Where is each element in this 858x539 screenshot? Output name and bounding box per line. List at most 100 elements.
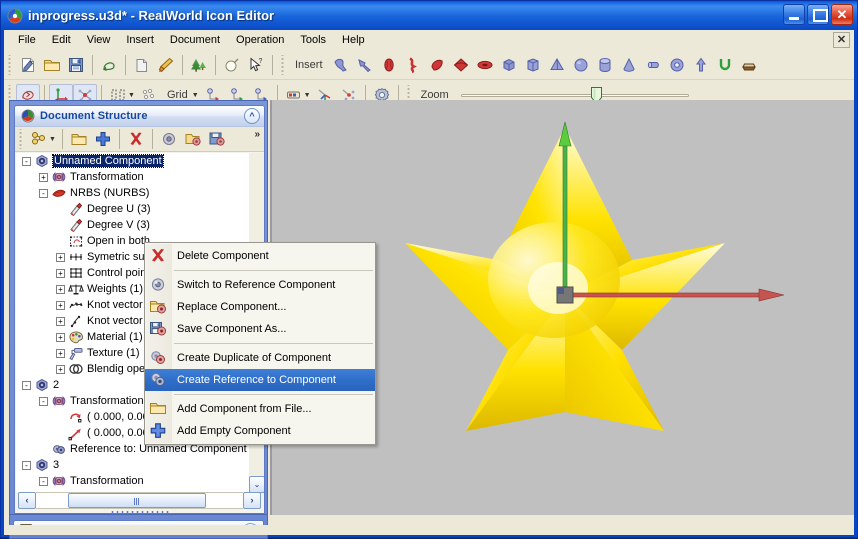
reference-ring-icon	[149, 276, 169, 294]
duplicate-component-icon	[149, 349, 169, 367]
expand-toggle-icon[interactable]: +	[56, 332, 65, 342]
toolbar-overflow-button[interactable]: »	[254, 129, 260, 140]
expand-toggle-icon[interactable]: +	[56, 268, 65, 278]
chevron-up-icon[interactable]: ^	[244, 108, 260, 124]
panel-toolbar-grip[interactable]	[17, 129, 24, 149]
insert-torus-red-icon[interactable]	[473, 53, 497, 76]
context-menu-item-label: Add Empty Component	[177, 425, 291, 437]
menu-tools[interactable]: Tools	[292, 32, 334, 48]
reference-ring-icon[interactable]	[157, 128, 181, 151]
collapse-toggle-icon[interactable]: -	[39, 476, 48, 486]
pick-cursor-icon[interactable]: ?	[244, 53, 268, 76]
insert-extrude-icon[interactable]	[353, 53, 377, 76]
tree-item[interactable]: - NRBS (NURBS)	[16, 185, 264, 201]
menu-operation[interactable]: Operation	[228, 32, 292, 48]
collapse-toggle-icon[interactable]: -	[39, 188, 48, 198]
context-menu-item[interactable]: Create Duplicate of Component	[145, 347, 375, 369]
snap-dropdown-arrow[interactable]: ▼	[128, 92, 135, 99]
add-plus-icon[interactable]	[91, 128, 115, 151]
context-menu-item[interactable]: Add Empty Component	[145, 420, 375, 442]
insert-ribbon-icon[interactable]	[401, 53, 425, 76]
insert-capsule-icon[interactable]	[641, 53, 665, 76]
context-menu-item-label: Create Reference to Component	[177, 374, 336, 386]
insert-cube-icon[interactable]	[497, 53, 521, 76]
tree-item-label: Material (1)	[87, 331, 143, 343]
insert-revolve-icon[interactable]	[329, 53, 353, 76]
expand-toggle-icon[interactable]: +	[56, 252, 65, 262]
tree-horizontal-scrollbar[interactable]: ‹ ›	[18, 492, 261, 509]
toolbar-grip-insert[interactable]	[279, 54, 286, 75]
scroll-down-button[interactable]: ⌄	[249, 476, 264, 493]
expand-toggle-icon[interactable]: +	[56, 316, 65, 326]
scroll-right-button[interactable]: ›	[243, 492, 261, 509]
collapse-toggle-icon[interactable]: -	[22, 156, 31, 166]
minimize-button[interactable]	[783, 4, 805, 25]
maximize-button[interactable]	[807, 4, 829, 25]
menu-insert[interactable]: Insert	[118, 32, 162, 48]
menu-edit[interactable]: Edit	[44, 32, 79, 48]
insert-box-icon[interactable]	[521, 53, 545, 76]
save-disk-icon[interactable]	[64, 53, 88, 76]
tree-item[interactable]: -3	[16, 457, 264, 473]
insert-saddle-icon[interactable]	[449, 53, 473, 76]
tree-item-label: NRBS (NURBS)	[70, 187, 150, 199]
paint-brush-icon[interactable]	[154, 53, 178, 76]
context-menu-item[interactable]: Replace Component...	[145, 296, 375, 318]
context-menu-item[interactable]: Delete Component	[145, 245, 375, 267]
insert-cylinder-icon[interactable]	[593, 53, 617, 76]
expand-toggle-icon[interactable]: +	[56, 364, 65, 374]
context-menu-item[interactable]: Save Component As...	[145, 318, 375, 340]
expand-toggle-icon[interactable]: +	[56, 284, 65, 294]
context-menu-item[interactable]: Switch to Reference Component	[145, 274, 375, 296]
panel-header: Document Structure ^	[15, 106, 264, 127]
tree-item[interactable]: Degree V (3)	[16, 217, 264, 233]
copy-icon[interactable]	[130, 53, 154, 76]
insert-arrow-icon[interactable]	[689, 53, 713, 76]
mdi-close-button[interactable]: ✕	[833, 32, 850, 48]
collapse-toggle-icon[interactable]: -	[22, 380, 31, 390]
context-menu-item[interactable]: Create Reference to Component	[145, 369, 375, 391]
grid-dropdown-arrow[interactable]: ▼	[192, 92, 199, 99]
render-dropdown-arrow[interactable]: ▼	[304, 92, 311, 99]
expand-toggle-icon[interactable]: +	[56, 348, 65, 358]
menu-document[interactable]: Document	[162, 32, 228, 48]
menu-view[interactable]: View	[79, 32, 119, 48]
insert-sphere-icon[interactable]	[569, 53, 593, 76]
component-context-menu[interactable]: Delete Component Switch to Reference Comp…	[144, 242, 376, 445]
context-menu-item[interactable]: Add Component from File...	[145, 398, 375, 420]
delete-x-icon[interactable]	[124, 128, 148, 151]
collapse-toggle-icon[interactable]: -	[39, 396, 48, 406]
tree-item[interactable]: - Transformation	[16, 473, 264, 489]
collapse-toggle-icon[interactable]: -	[22, 460, 31, 470]
insert-torus-icon[interactable]	[665, 53, 689, 76]
insert-text-icon[interactable]	[713, 53, 737, 76]
tree-item[interactable]: + Transformation	[16, 169, 264, 185]
insert-cone-icon[interactable]	[617, 53, 641, 76]
save-component-icon[interactable]	[205, 128, 229, 151]
tree-item[interactable]: - Unnamed Component	[16, 153, 264, 169]
close-button[interactable]: ✕	[831, 4, 853, 25]
scroll-left-button[interactable]: ‹	[18, 492, 36, 509]
open-folder-icon[interactable]	[40, 53, 64, 76]
hscroll-track[interactable]	[36, 492, 243, 509]
new-document-icon[interactable]	[16, 53, 40, 76]
toolbar-grip[interactable]	[6, 54, 13, 75]
trees-icon[interactable]	[187, 53, 211, 76]
structure-mode-icon[interactable]	[27, 128, 51, 151]
tree-item[interactable]: Degree U (3)	[16, 201, 264, 217]
structure-mode-dropdown-arrow[interactable]: ▼	[49, 136, 56, 143]
insert-drop-icon[interactable]	[425, 53, 449, 76]
expand-toggle-icon[interactable]: +	[56, 300, 65, 310]
insert-pyramid-icon[interactable]	[545, 53, 569, 76]
undo-icon[interactable]	[97, 53, 121, 76]
expand-toggle-icon[interactable]: +	[39, 172, 48, 182]
replace-folder-icon[interactable]	[181, 128, 205, 151]
insert-base-icon[interactable]	[737, 53, 761, 76]
open-folder-icon[interactable]	[67, 128, 91, 151]
menu-help[interactable]: Help	[334, 32, 373, 48]
panel-resize-grip[interactable]	[109, 510, 170, 513]
insert-blob-icon[interactable]	[377, 53, 401, 76]
light-bulb-icon[interactable]	[220, 53, 244, 76]
hscroll-thumb[interactable]	[68, 493, 206, 508]
menu-file[interactable]: File	[10, 32, 44, 48]
